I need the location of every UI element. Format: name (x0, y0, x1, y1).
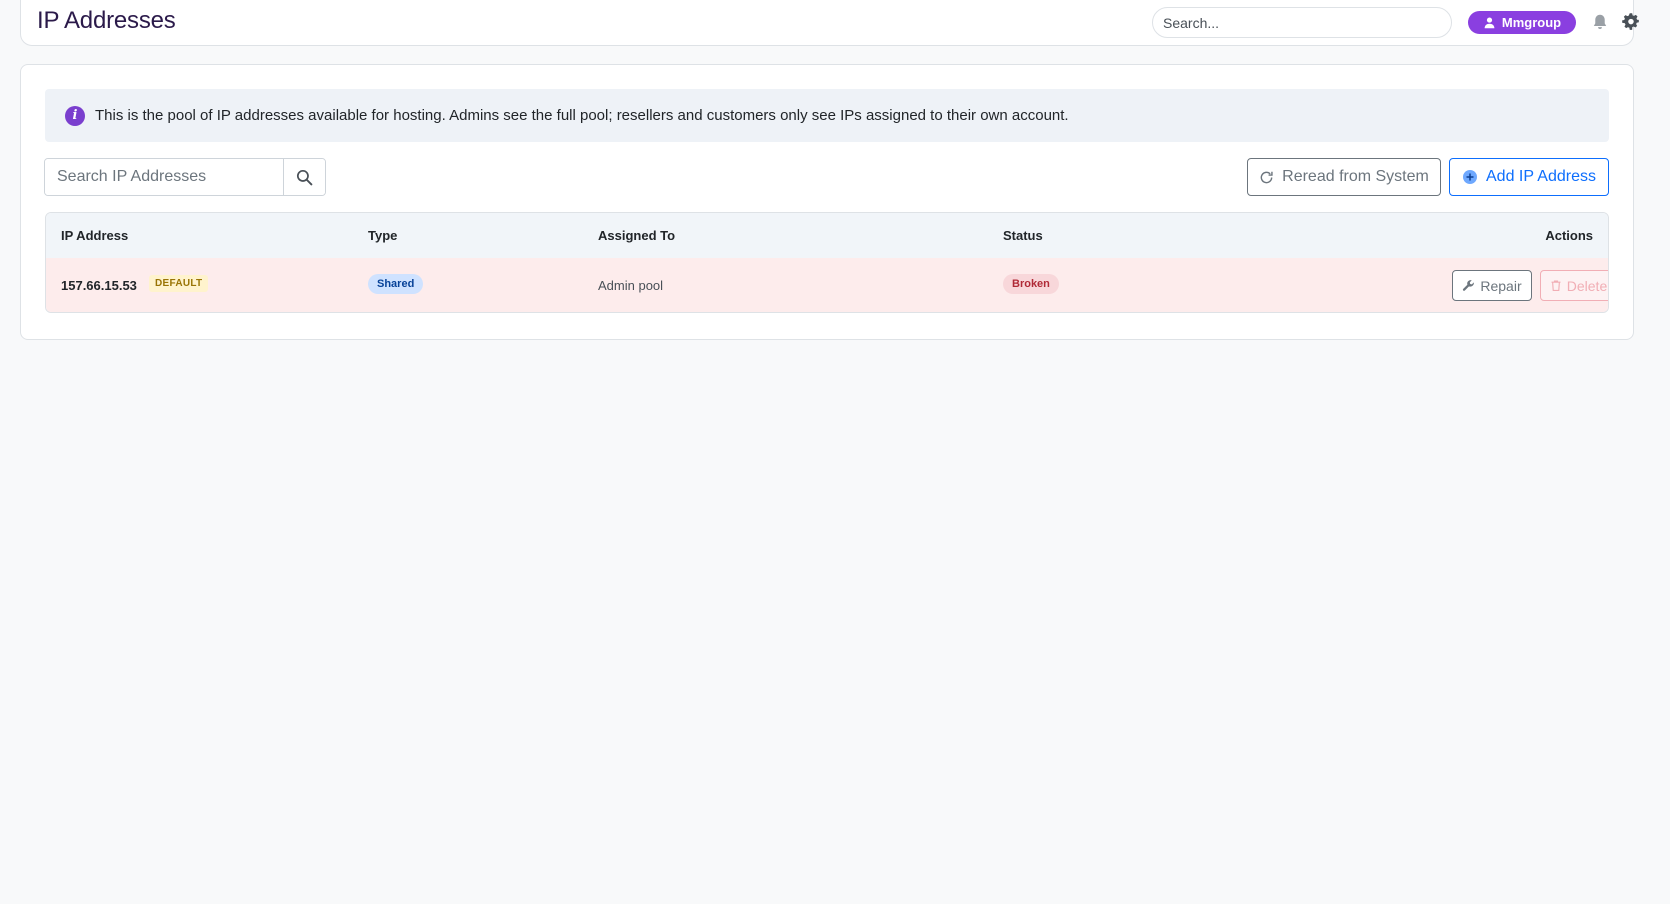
wrench-icon (1463, 280, 1475, 291)
search-icon (296, 169, 313, 185)
column-header-status: Status (1003, 228, 1043, 243)
ip-search-button[interactable] (283, 159, 325, 195)
add-ip-address-button[interactable]: Add IP Address (1449, 158, 1609, 196)
table-row: 157.66.15.53 DEFAULT Shared Admin pool B… (46, 258, 1608, 312)
delete-label: Delete (1566, 277, 1608, 294)
delete-button[interactable]: Delete (1540, 270, 1608, 301)
bell-icon[interactable] (1591, 13, 1609, 31)
column-header-type: Type (368, 228, 398, 243)
reread-label: Reread from System (1282, 168, 1429, 185)
ip-pool-card: i This is the pool of IP addresses avail… (20, 64, 1634, 340)
ip-search-group (44, 158, 326, 196)
user-icon (1484, 17, 1495, 29)
refresh-icon (1260, 171, 1273, 183)
page-title: IP Addresses (37, 7, 176, 34)
column-header-ip: IP Address (61, 228, 129, 243)
type-badge: Shared (368, 274, 424, 294)
top-bar: IP Addresses Mmgroup (20, 0, 1639, 46)
global-search-input[interactable] (1152, 7, 1452, 38)
info-icon: i (65, 105, 85, 126)
status-badge: Broken (1003, 274, 1059, 294)
info-alert: i This is the pool of IP addresses avail… (45, 89, 1609, 142)
column-header-actions: Actions (1545, 228, 1593, 243)
column-header-assigned: Assigned To (598, 228, 676, 243)
add-ip-label: Add IP Address (1486, 168, 1596, 185)
table-header: IP Address Type Assigned To Status Actio… (46, 213, 1608, 258)
plus-circle-icon (1463, 170, 1477, 184)
trash-icon (1551, 280, 1561, 291)
info-text: This is the pool of IP addresses availab… (95, 107, 1069, 124)
repair-label: Repair (1480, 277, 1522, 294)
assigned-to-cell: Admin pool (598, 278, 664, 293)
ip-table: IP Address Type Assigned To Status Actio… (45, 212, 1609, 313)
user-menu-button[interactable]: Mmgroup (1468, 11, 1576, 34)
gear-icon[interactable] (1621, 12, 1640, 31)
reread-from-system-button[interactable]: Reread from System (1247, 158, 1441, 196)
default-badge: DEFAULT (149, 275, 209, 292)
ip-address-cell: 157.66.15.53 (61, 278, 137, 293)
repair-button[interactable]: Repair (1452, 270, 1532, 301)
user-name: Mmgroup (1501, 15, 1562, 30)
ip-search-input[interactable] (45, 159, 283, 195)
